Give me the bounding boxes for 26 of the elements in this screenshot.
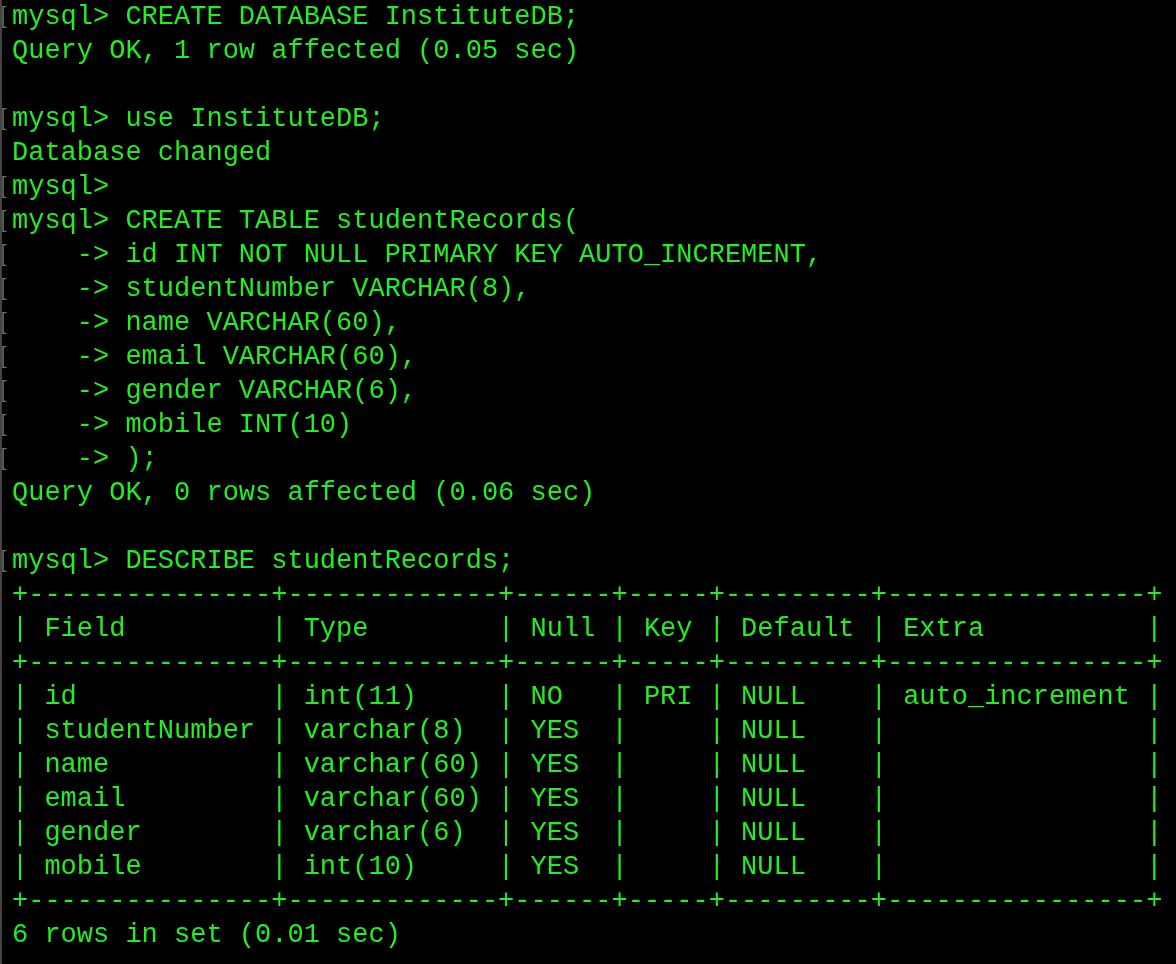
terminal-line: -> name VARCHAR(60), [75,307,401,340]
terminal-line: -> ); [75,443,158,476]
terminal-line: mysql> CREATE DATABASE InstituteDB; [12,1,580,34]
terminal-line: -> email VARCHAR(60), [75,341,418,374]
terminal-line: | name | varchar(60) | YES | | NULL | | [12,749,1163,782]
terminal-line: -> studentNumber VARCHAR(8), [75,273,531,306]
terminal-line: mysql> CREATE TABLE studentRecords( [12,205,580,238]
terminal-line: | id | int(11) | NO | PRI | NULL | auto_increment | [12,681,1163,714]
terminal-line: +---------------+-------------+------+-----+---------+----------------+ [12,647,1163,680]
terminal-line: | gender | varchar(6) | YES | | NULL | | [12,817,1163,850]
terminal-line: Database changed [12,137,272,170]
terminal-line: -> gender VARCHAR(6), [75,375,418,408]
terminal-line: | email | varchar(60) | YES | | NULL | | [12,783,1163,816]
terminal-line: Query OK, 0 rows affected (0.06 sec) [12,477,596,510]
terminal-line: | mobile | int(10) | YES | | NULL | | [12,851,1163,884]
terminal-line: mysql> use InstituteDB; [12,103,385,136]
terminal-line: mysql> [12,171,110,204]
terminal-line: -> mobile INT(10) [75,409,353,442]
terminal-line: -> id INT NOT NULL PRIMARY KEY AUTO_INCREMENT, [75,239,823,272]
terminal-line: | studentNumber | varchar(8) | YES | | NULL | | [12,715,1163,748]
terminal-line: Query OK, 1 row affected (0.05 sec) [12,35,580,68]
terminal-line: 6 rows in set (0.01 sec) [12,919,401,952]
terminal-line: +---------------+-------------+------+-----+---------+----------------+ [12,885,1163,918]
terminal-line: +---------------+-------------+------+-----+---------+----------------+ [12,579,1163,612]
terminal-line: | Field | Type | Null | Key | Default | Extra | [12,613,1163,646]
terminal-line: mysql> DESCRIBE studentRecords; [12,545,515,578]
